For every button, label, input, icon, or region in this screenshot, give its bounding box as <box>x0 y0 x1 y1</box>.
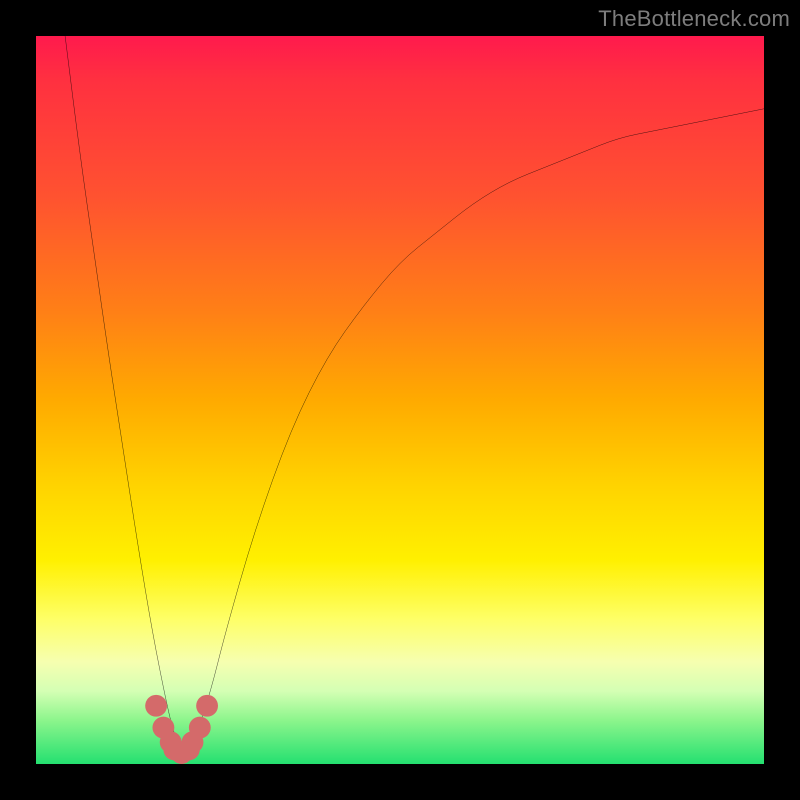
highlight-dot <box>145 695 167 717</box>
highlight-dot <box>189 717 211 739</box>
highlight-markers <box>145 695 218 764</box>
watermark-text: TheBottleneck.com <box>598 6 790 32</box>
curve-svg <box>36 36 764 764</box>
highlight-dot <box>196 695 218 717</box>
bottleneck-curve <box>65 36 764 749</box>
plot-area <box>36 36 764 764</box>
chart-frame: TheBottleneck.com <box>0 0 800 800</box>
